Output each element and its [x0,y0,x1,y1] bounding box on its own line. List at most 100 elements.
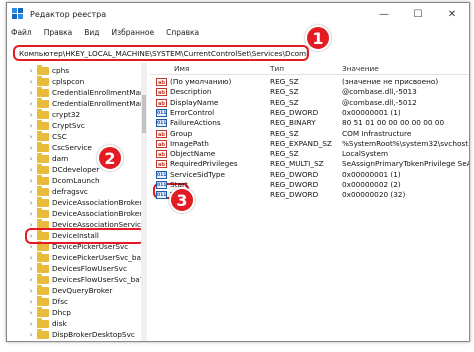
value-type: REG_MULTI_SZ [270,159,324,169]
minimize-button[interactable]: — [367,3,401,25]
close-button[interactable]: ✕ [435,3,469,25]
tree-item[interactable]: › DeviceAssociationBrokerSv [27,207,146,219]
tree-item[interactable]: › DCdeveloper [27,163,100,175]
menu-favorites[interactable]: Избранное [112,28,155,37]
value-name: Group [170,128,193,138]
chevron-right-icon[interactable]: › [27,188,35,196]
value-row[interactable]: 011 ServiceSidType REG_DWORD 0x00000001 (1) [150,169,469,180]
tree-item[interactable]: › CSC [27,130,67,142]
tree-scrollbar-thumb[interactable] [142,95,146,133]
folder-icon [37,152,49,163]
tree-item-label: DeviceAssociationBrokerSv [52,198,147,207]
chevron-right-icon[interactable]: › [27,122,35,130]
tree-item[interactable]: › cplspcon [27,75,84,87]
chevron-right-icon[interactable]: › [27,309,35,317]
chevron-right-icon[interactable]: › [27,111,35,119]
column-header-name[interactable]: Имя [174,64,189,73]
tree-item[interactable]: › CscService [27,141,92,153]
tree-item-label: DevQueryBroker [52,286,113,295]
value-row[interactable]: 011TypeREG_DWORD0x00000020 (32) [150,190,469,200]
tree-item-label: DevicePickerUserSvc_ba761 [52,253,147,262]
tree-item-label: crypt32 [52,110,81,119]
step-badge-1: 1 [305,25,331,51]
chevron-right-icon[interactable]: › [27,155,35,163]
menu-edit[interactable]: Правка [44,28,73,37]
values-header: Имя Тип Значение [150,63,469,75]
chevron-right-icon[interactable]: › [27,67,35,75]
tree-item[interactable]: › cphs [27,64,69,76]
step-badge-2: 2 [97,145,123,171]
folder-icon [37,174,49,185]
value-row[interactable]: 011 Start REG_DWORD 0x00000002 (2) [150,180,469,190]
folder-icon [37,317,49,328]
chevron-right-icon[interactable]: › [27,100,35,108]
tree-item[interactable]: › Dhcp [27,306,71,318]
menu-help[interactable]: Справка [166,28,199,37]
chevron-right-icon[interactable]: › [27,166,35,174]
value-row[interactable]: ab ObjectName REG_SZ LocalSystem [150,149,469,159]
tree-item[interactable]: › DevQueryBroker [27,284,113,296]
value-row[interactable]: 011 FailureActions REG_BINARY 80 51 01 00 0… [150,118,469,128]
column-header-type[interactable]: Тип [270,64,284,73]
chevron-right-icon[interactable]: › [27,254,35,262]
tree-item[interactable]: › disk [27,317,67,329]
value-name: ServiceSidType [170,169,226,179]
chevron-right-icon[interactable]: › [27,265,35,273]
folder-icon [37,86,49,97]
value-row[interactable]: ab Group REG_SZ COM Infrastructure [150,128,469,139]
value-type: REG_DWORD [270,169,319,179]
tree-item[interactable]: › CredentialEnrollmentMana [27,86,146,98]
value-row[interactable]: ab (По умолчанию) REG_SZ (значение не присв… [150,77,469,87]
tree-item[interactable]: › DevicesFlowUserSvc_ba761 [27,273,146,285]
maximize-button[interactable]: ☐ [401,3,435,25]
folder-icon [37,141,49,152]
tree-item[interactable]: › DevicesFlowUserSvc [27,262,127,274]
chevron-right-icon[interactable]: › [27,144,35,152]
tree-item[interactable]: › CryptSvc [27,119,85,131]
address-bar[interactable]: Компьютер\HKEY_LOCAL_MACHINE\SYSTEM\Curr… [13,45,309,61]
value-data: %SystemRoot%\system32\svchost.exe [342,138,470,148]
tree-item[interactable]: › DcomLaunch [27,174,100,186]
value-row[interactable]: ab Description REG_SZ @combase.dll,-5013 [150,87,469,97]
chevron-right-icon[interactable]: › [27,298,35,306]
chevron-right-icon[interactable]: › [27,210,35,218]
tree-scrollbar[interactable] [141,63,147,341]
chevron-right-icon[interactable]: › [27,177,35,185]
value-row[interactable]: 011 ErrorControl REG_DWORD 0x00000001 (1) [150,108,469,118]
tree-item[interactable]: › defragsvc [27,185,88,197]
tree-item[interactable]: › dam [27,152,68,164]
value-name: DisplayName [170,97,219,107]
tree-item-label: disk [52,319,67,328]
value-data: @combase.dll,-5012 [342,97,417,107]
value-name: FailureActions [170,118,221,128]
tree-item-label: DCdeveloper [52,165,100,174]
menu-view[interactable]: Вид [84,28,99,37]
tree-item[interactable]: › DispBrokerDesktopSvc [27,328,135,340]
chevron-right-icon[interactable]: › [27,89,35,97]
chevron-right-icon[interactable]: › [27,331,35,339]
folder-icon [37,130,49,141]
chevron-right-icon[interactable]: › [27,133,35,141]
column-header-value[interactable]: Значение [342,64,379,73]
folder-icon [37,64,49,75]
folder-icon [37,185,49,196]
tree-item[interactable]: › crypt32 [27,108,81,120]
chevron-right-icon[interactable]: › [27,78,35,86]
tree-item[interactable]: › DevicePickerUserSvc_ba761 [27,251,147,263]
chevron-right-icon[interactable]: › [27,287,35,295]
menu-file[interactable]: Файл [11,28,32,37]
value-row[interactable]: ab ImagePath REG_EXPAND_SZ %SystemRoot%\sys… [150,138,470,149]
value-row[interactable]: ab DisplayName REG_SZ @combase.dll,-5012 [150,97,469,108]
chevron-right-icon[interactable]: › [27,276,35,284]
value-type: REG_SZ [270,128,299,138]
tree-item[interactable]: › CredentialEnrollmentMana [27,97,146,109]
tree-item[interactable]: › DeviceAssociationBrokerSv [27,196,147,208]
tree-item[interactable]: › Dfsc [27,295,68,307]
folder-icon [37,273,49,284]
value-type: REG_SZ [270,87,299,97]
value-row[interactable]: ab RequiredPrivileges REG_MULTI_SZ SeAssign… [150,159,469,169]
chevron-right-icon[interactable]: › [27,320,35,328]
chevron-right-icon[interactable]: › [27,199,35,207]
address-path: Компьютер\HKEY_LOCAL_MACHINE\SYSTEM\Curr… [19,48,309,58]
value-data: 0x00000020 (32) [342,190,406,200]
